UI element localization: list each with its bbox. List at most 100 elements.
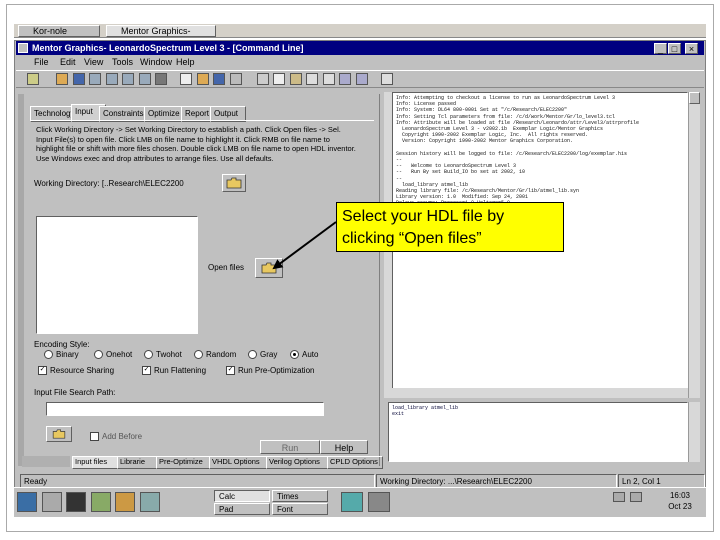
bottom-tab-scroll[interactable] (22, 456, 70, 467)
run-icon[interactable] (155, 73, 168, 85)
open-files-button[interactable] (255, 258, 283, 278)
check-resource-sharing[interactable]: ✓ Resource Sharing (38, 366, 114, 376)
cascade-icon[interactable] (355, 73, 368, 85)
clock[interactable]: 16:03 Oct 23 (660, 490, 700, 514)
working-directory-field[interactable]: Working Directory: [..Research\ELEC2200 (34, 178, 210, 190)
open-file-icon[interactable] (196, 73, 209, 85)
search-folder-button[interactable] (46, 426, 72, 442)
task-times-label: Times (277, 492, 299, 501)
radio-twohot[interactable]: Twohot (144, 350, 182, 360)
radio-twohot-dot (144, 350, 153, 360)
tools-icon[interactable] (139, 492, 160, 512)
task-pad-label: Pad (219, 505, 234, 514)
task-pad[interactable]: Pad (214, 503, 270, 515)
paste-icon[interactable] (105, 73, 118, 85)
clock-date: Oct 23 (668, 502, 692, 511)
browser-icon[interactable] (115, 492, 136, 512)
network-icon[interactable] (341, 492, 363, 512)
kde-icon[interactable] (17, 492, 37, 512)
bottom-tab-vhdl[interactable]: VHDL Options (209, 456, 267, 469)
menu-view[interactable]: View (84, 56, 103, 68)
command-line-area[interactable]: load_library atmel_lib exit (388, 402, 688, 462)
menu-edit[interactable]: Edit (60, 56, 76, 68)
radio-binary-dot (44, 350, 53, 360)
radio-auto-label: Auto (302, 350, 319, 359)
save-file-icon[interactable] (213, 73, 226, 85)
save-icon[interactable] (72, 73, 85, 85)
bottom-tab-cpld[interactable]: CPLD Options (327, 456, 383, 469)
cmd-scrollbar[interactable] (688, 402, 700, 462)
grid-icon[interactable] (306, 73, 319, 85)
radio-auto[interactable]: Auto (290, 350, 319, 360)
new-file-icon[interactable] (180, 73, 193, 85)
task-font[interactable]: Font (272, 503, 328, 515)
close-button[interactable]: × (685, 43, 698, 54)
tile-icon[interactable] (339, 73, 352, 85)
copy2-icon[interactable] (273, 73, 286, 85)
menu-window[interactable]: Window (140, 56, 172, 68)
task-calc[interactable]: Calc (214, 490, 270, 502)
task-times[interactable]: Times (272, 490, 328, 502)
tool-icon[interactable] (138, 73, 151, 85)
task-console[interactable]: Kor-nole (18, 25, 100, 37)
home-icon[interactable] (41, 492, 62, 512)
help-button[interactable]: Help (320, 440, 368, 454)
print-icon[interactable] (229, 73, 242, 85)
task-mentor[interactable]: Mentor Graphics- (106, 25, 216, 37)
maximize-button[interactable]: □ (668, 43, 681, 54)
help-button-label: Help (334, 443, 354, 453)
open-folder-icon (261, 262, 277, 274)
minimize-button[interactable]: _ (654, 43, 667, 54)
paste2-icon[interactable] (289, 73, 302, 85)
encoding-label: Encoding Style: (34, 340, 90, 349)
radio-binary[interactable]: Binary (44, 350, 79, 360)
menu-tools[interactable]: Tools (112, 56, 133, 68)
open-icon[interactable] (56, 73, 69, 85)
radio-onehot[interactable]: Onehot (94, 350, 132, 360)
help-icon[interactable] (380, 73, 393, 85)
log-lines: Info: Attempting to checkout a license t… (396, 95, 684, 213)
start-area (16, 490, 206, 514)
search-path-input[interactable] (46, 402, 324, 416)
bottom-tab-verilog[interactable]: Verilog Options (266, 456, 328, 469)
cut-icon[interactable] (256, 73, 269, 85)
radio-random[interactable]: Random (194, 350, 236, 360)
panel-left-strip (18, 94, 24, 466)
speaker-icon[interactable] (613, 492, 625, 502)
wizard-icon[interactable] (27, 73, 39, 85)
log-hscrollbar[interactable] (392, 388, 688, 398)
status-ready: Ready (20, 474, 375, 488)
bottom-tab-input-files[interactable]: Input files (72, 456, 118, 469)
terminal-icon[interactable] (66, 492, 87, 512)
radio-random-dot (194, 350, 203, 360)
check-run-preoptimization[interactable]: ✓ Run Pre-Optimization (226, 366, 314, 376)
drive-icon[interactable] (367, 492, 390, 512)
tab-strip: Technology Input Constraints Optimize Re… (30, 104, 370, 122)
title-bar: Mentor Graphics- LeonardoSpectrum Level … (16, 41, 704, 55)
menu-help[interactable]: Help (176, 56, 195, 68)
log-scroll-up[interactable] (689, 92, 700, 104)
log-scrollbar[interactable] (688, 92, 700, 398)
encoding-options: Binary Onehot Twohot Random Gray Auto (44, 350, 344, 362)
radio-onehot-dot (94, 350, 103, 360)
check-run-flattening[interactable]: ✓ Run Flattening (142, 366, 206, 376)
copy-icon[interactable] (89, 73, 102, 85)
editor-icon[interactable] (90, 492, 111, 512)
input-file-list[interactable] (36, 216, 198, 334)
find-icon[interactable] (122, 73, 135, 85)
run-button[interactable]: Run (260, 440, 320, 454)
bottom-tab-preoptimize[interactable]: Pre-Optimize (156, 456, 210, 469)
bottom-tab-librarie[interactable]: Librarie (117, 456, 157, 469)
monitor-icon[interactable] (629, 492, 642, 502)
cmd-line: exit (392, 411, 405, 418)
option-checks: ✓ Resource Sharing ✓ Run Flattening ✓ Run P… (38, 366, 358, 378)
radio-twohot-label: Twohot (156, 350, 182, 359)
radio-gray[interactable]: Gray (248, 350, 277, 360)
add-before-check[interactable]: Add Before (90, 432, 143, 442)
working-directory-button[interactable] (222, 174, 246, 192)
find2-icon[interactable] (322, 73, 335, 85)
toolbar (16, 70, 704, 88)
radio-gray-dot (248, 350, 257, 360)
menu-file[interactable]: File (34, 56, 49, 68)
add-before-label: Add Before (102, 432, 143, 441)
